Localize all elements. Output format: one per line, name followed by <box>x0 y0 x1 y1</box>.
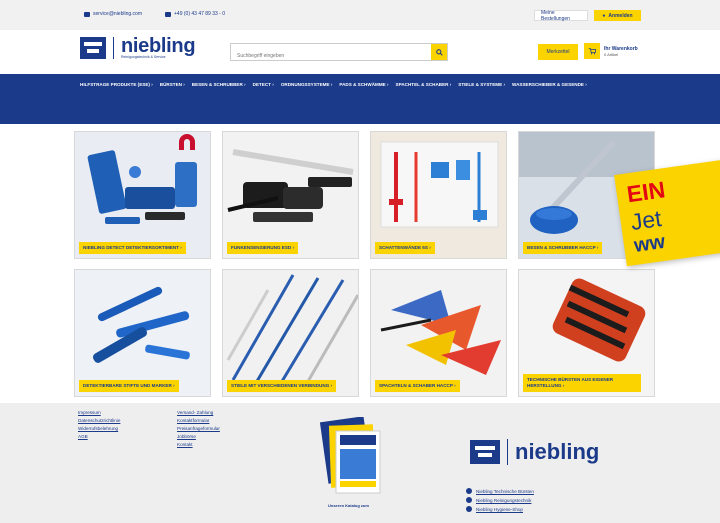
phone-contact[interactable]: +49 (0) 43 47 89 33 - 0 <box>165 11 225 17</box>
category-tile-esd[interactable]: FUNKENSENSIERUNG ESD › <box>222 131 359 259</box>
nav-item-buersten[interactable]: BÜRSTEN › <box>160 82 185 88</box>
footer-sister-link[interactable]: Niebling Technische Bürsten <box>466 488 534 494</box>
footer-sister-link[interactable]: Niebling Hygiene-Shop <box>466 506 534 512</box>
user-icon: ● <box>602 12 606 19</box>
cart-icon-box <box>584 43 600 59</box>
brand-tagline: Reinigungstechnik & Service <box>121 55 166 59</box>
tile-label: SCHATTENWÄNDE 5S › <box>375 242 435 254</box>
logo-mark-icon <box>80 37 106 59</box>
category-tile-technical-brushes[interactable]: TECHNISCHE BÜRSTEN AUS EIGENER HERSTELLU… <box>518 269 655 397</box>
nav-item-stiele[interactable]: STIELE & SYSTEME › <box>458 82 505 88</box>
promo-banner[interactable]: EIN Jet ww <box>614 159 720 267</box>
brand-name: niebling <box>121 35 196 57</box>
category-tile-shadowboard[interactable]: SCHATTENWÄNDE 5S › <box>370 131 507 259</box>
logo-divider <box>507 439 508 465</box>
pens-image <box>75 270 210 396</box>
category-tile-pens[interactable]: DETEKTIERBARE STIFTE UND MARKER › <box>74 269 211 397</box>
footer-link-preisanfrage[interactable]: Preisanfrageformular <box>177 426 220 431</box>
catalog-cover-image <box>319 416 381 494</box>
footer-sister-link[interactable]: Niebling Reinigungstechnik <box>466 497 534 503</box>
catalog-download[interactable]: Unseren Katalog zum <box>318 416 382 508</box>
bullet-icon <box>466 497 472 503</box>
promo-line-3: ww <box>632 230 667 257</box>
search-icon <box>435 48 443 56</box>
footer-sister-sites: Niebling Technische Bürsten Niebling Rei… <box>466 488 534 512</box>
mail-icon <box>84 11 90 17</box>
email-contact[interactable]: service@niebling.com <box>84 11 142 17</box>
bullet-icon <box>466 506 472 512</box>
tile-label: NIEBLING DETECT DETEKTIERSORTIMENT › <box>79 242 186 254</box>
promo-line-1: EIN <box>625 176 667 208</box>
my-orders-button[interactable]: Meine Bestellungen <box>534 10 588 22</box>
footer-link-kontakt[interactable]: Kontakt <box>177 442 220 447</box>
sister-link-label: Niebling Technische Bürsten <box>476 488 534 494</box>
footer-link-versand[interactable]: Versand- Zahlung <box>177 410 220 415</box>
category-grid: NIEBLING DETECT DETEKTIERSORTIMENT › FUN… <box>74 131 655 399</box>
wishlist-button[interactable]: Merkzettel <box>538 44 578 60</box>
nav-item-pads[interactable]: PADS & SCHWÄMME › <box>339 82 388 88</box>
cart-button[interactable]: Ihr Warenkorb 0 Artikel <box>584 43 638 59</box>
footer-link-impressum[interactable]: Impressum <box>78 410 120 415</box>
tile-label: SPACHTELN & SCHABER HACCP › <box>375 380 460 392</box>
footer-legal-links: Impressum Datenschutzrichtlinie Widerruf… <box>78 410 120 439</box>
search-input[interactable] <box>231 48 427 64</box>
scrapers-image <box>371 270 506 396</box>
bullet-icon <box>466 488 472 494</box>
detect-kit-image <box>75 132 210 258</box>
tile-label: FUNKENSENSIERUNG ESD › <box>227 242 299 254</box>
category-tile-scrapers[interactable]: SPACHTELN & SCHABER HACCP › <box>370 269 507 397</box>
footer-link-widerruf[interactable]: Widerrufsbelehrung <box>78 426 120 431</box>
nav-item-hilfstrage[interactable]: HILFSTRAGE PRODUKTE (ESE) › <box>80 82 153 88</box>
tile-label: TECHNISCHE BÜRSTEN AUS EIGENER HERSTELLU… <box>523 374 641 392</box>
search-button[interactable] <box>431 44 447 60</box>
nav-item-ordnungssysteme[interactable]: ORDNUNGSSYSTEME › <box>281 82 333 88</box>
site-footer: Impressum Datenschutzrichtlinie Widerruf… <box>0 403 720 523</box>
esd-products-image <box>223 132 358 258</box>
footer-link-agb[interactable]: AGB <box>78 434 120 439</box>
logo-divider <box>113 37 114 59</box>
footer-service-links: Versand- Zahlung Kontaktformular Preisan… <box>177 410 220 447</box>
footer-link-jobs[interactable]: Jobbörse <box>177 434 220 439</box>
nav-item-besen[interactable]: BESEN & SCHRUBBER › <box>192 82 246 88</box>
phone-icon <box>165 11 171 17</box>
site-header: niebling Reinigungstechnik & Service Mer… <box>0 30 720 74</box>
cart-count: 0 Artikel <box>604 51 619 57</box>
nav-item-wasserschieber[interactable]: WASSERSCHIEBER & GESENDE › <box>512 82 587 88</box>
brand-logo[interactable]: niebling Reinigungstechnik & Service <box>80 35 196 59</box>
handles-image <box>223 270 358 396</box>
login-label: Anmelden <box>608 12 633 19</box>
tile-label: BESEN & SCHRUBBER HACCP › <box>523 242 603 254</box>
footer-logo[interactable]: niebling <box>470 439 599 465</box>
nav-item-spachtel[interactable]: SPACHTEL & SCHABER › <box>396 82 452 88</box>
top-bar: service@niebling.com +49 (0) 43 47 89 33… <box>0 0 720 30</box>
tile-label: DETEKTIERBARE STIFTE UND MARKER › <box>79 380 179 392</box>
catalog-caption: Unseren Katalog zum <box>328 503 369 508</box>
sister-link-label: Niebling Reinigungstechnik <box>476 497 532 503</box>
logo-mark-icon <box>470 440 500 464</box>
login-button[interactable]: ● Anmelden <box>594 10 641 21</box>
tile-label: STIELE MIT VERSCHIEDENEN VERBINDUNG › <box>227 380 337 392</box>
category-tile-detect[interactable]: NIEBLING DETECT DETEKTIERSORTIMENT › <box>74 131 211 259</box>
nav-item-detect[interactable]: DETECT › <box>253 82 274 88</box>
shadowboard-image <box>371 132 506 258</box>
footer-link-datenschutz[interactable]: Datenschutzrichtlinie <box>78 418 120 423</box>
phone-text: +49 (0) 43 47 89 33 - 0 <box>174 11 226 17</box>
category-tile-handles[interactable]: STIELE MIT VERSCHIEDENEN VERBINDUNG › <box>222 269 359 397</box>
email-text: service@niebling.com <box>93 11 142 17</box>
main-navigation: HILFSTRAGE PRODUKTE (ESE) › BÜRSTEN › BE… <box>0 74 720 124</box>
search-box <box>230 43 448 64</box>
cart-icon <box>588 48 596 55</box>
footer-brand-name: niebling <box>515 439 600 464</box>
sister-link-label: Niebling Hygiene-Shop <box>476 506 523 512</box>
footer-link-kontaktformular[interactable]: Kontaktformular <box>177 418 220 423</box>
